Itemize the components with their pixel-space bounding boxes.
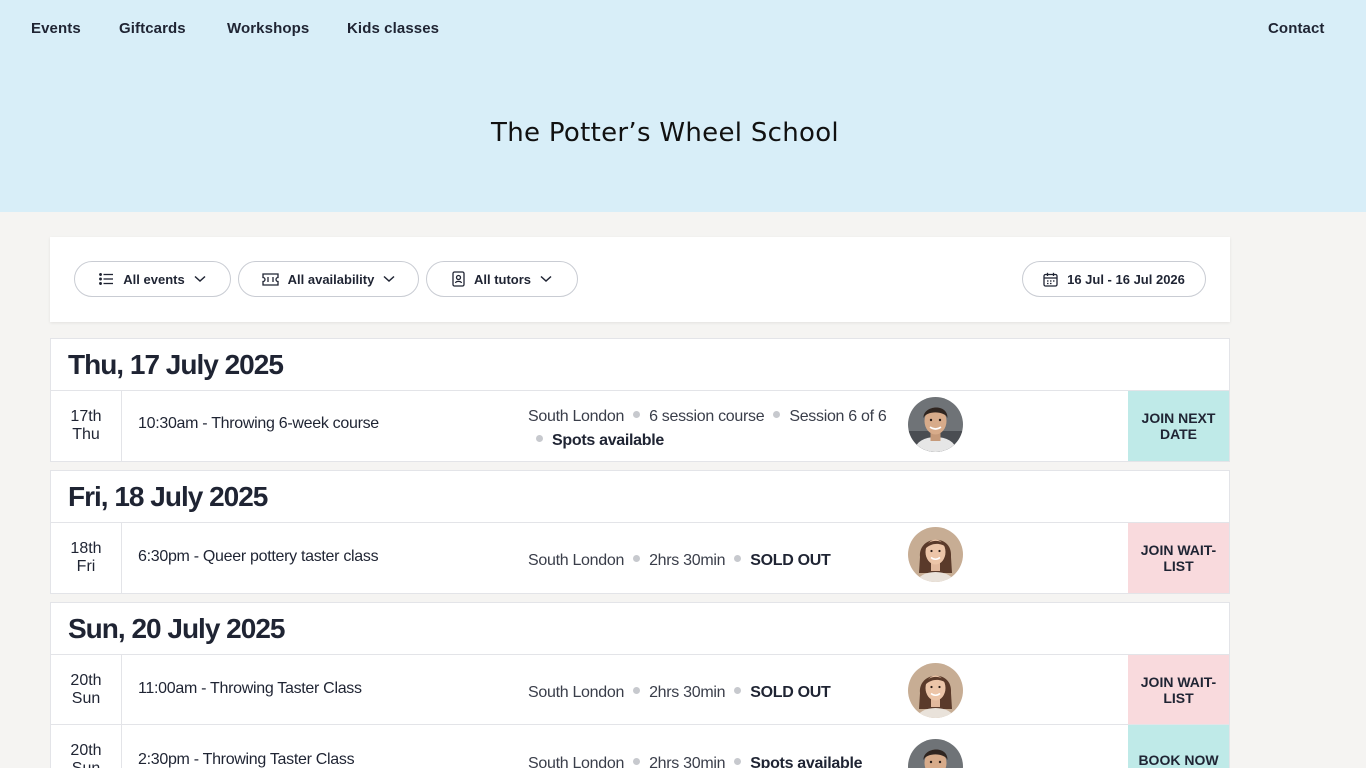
event-row: 18th Fri 6:30pm - Queer pottery taster c… — [51, 523, 1229, 593]
avatar — [908, 739, 963, 768]
nav-events[interactable]: Events — [31, 20, 81, 37]
tutors-filter-label: All tutors — [473, 271, 532, 287]
separator-dot — [734, 555, 742, 563]
event-meta: South London 2hrs 30min SOLD OUT — [528, 549, 908, 573]
nav-giftcards[interactable]: Giftcards — [119, 20, 186, 37]
join-next-date-button[interactable]: JOIN NEXT DATE — [1128, 391, 1229, 461]
event-title[interactable]: 6:30pm - Queer pottery taster class — [138, 548, 379, 566]
join-wait-list-button[interactable]: JOIN WAIT-LIST — [1128, 523, 1229, 593]
chevron-down-icon — [383, 275, 395, 283]
event-duration: 6 session course — [649, 408, 765, 425]
site-header: Events Giftcards Workshops Kids classes … — [0, 0, 1366, 212]
separator-dot — [734, 758, 742, 766]
separator-dot — [633, 555, 641, 563]
event-date-number: 20th — [70, 742, 102, 759]
event-row: 17th Thu 10:30am - Throwing 6-week cours… — [51, 391, 1229, 461]
event-title[interactable]: 10:30am - Throwing 6-week course — [138, 415, 379, 433]
day-group: Sun, 20 July 2025 20th Sun 11:00am - Thr… — [50, 602, 1230, 768]
date-range-label: 16 Jul - 16 Jul 2026 — [1067, 271, 1185, 287]
event-date: 18th Fri — [51, 523, 122, 593]
event-meta: South London 6 session course Session 6 of… — [528, 405, 908, 453]
female-tutor-icon — [908, 663, 963, 718]
join-wait-list-button[interactable]: JOIN WAIT-LIST — [1128, 655, 1229, 724]
event-date-weekday: Sun — [71, 689, 101, 707]
event-status: SOLD OUT — [750, 684, 831, 701]
event-duration: 2hrs 30min — [649, 684, 726, 701]
separator-dot — [734, 687, 742, 695]
event-date-number: 17th — [70, 408, 102, 425]
male-tutor-icon — [908, 397, 963, 452]
site-title: The Potter’s Wheel School — [491, 118, 839, 148]
event-location: South London — [528, 408, 625, 425]
availability-filter-dropdown[interactable]: All availability — [238, 261, 419, 297]
event-duration: 2hrs 30min — [649, 552, 726, 569]
event-date: 17th Thu — [51, 391, 122, 461]
nav-workshops[interactable]: Workshops — [227, 20, 309, 37]
event-date-weekday: Sun — [72, 760, 100, 768]
event-meta: South London 2hrs 30min SOLD OUT — [528, 681, 908, 705]
event-date: 20th Sun — [51, 655, 122, 724]
day-group: Fri, 18 July 2025 18th Fri 6:30pm - Quee… — [50, 470, 1230, 594]
event-status: Spots available — [750, 755, 863, 768]
availability-filter-label: All availability — [287, 271, 375, 287]
event-row: 20th Sun 2:30pm - Throwing Taster Class … — [51, 725, 1229, 768]
event-title[interactable]: 11:00am - Throwing Taster Class — [138, 680, 362, 698]
event-location: South London — [528, 552, 625, 569]
filter-bar: All events All availability All tutors 1… — [50, 237, 1230, 322]
avatar — [908, 397, 963, 452]
event-date-number: 18th — [70, 540, 102, 557]
avatar — [908, 663, 963, 718]
day-group: Thu, 17 July 2025 17th Thu 10:30am - Thr… — [50, 338, 1230, 462]
list-icon — [99, 273, 114, 285]
female-tutor-icon — [908, 527, 963, 582]
nav-contact[interactable]: Contact — [1268, 20, 1325, 37]
event-date-weekday: Fri — [76, 558, 96, 575]
event-status: Spots available — [552, 432, 664, 449]
event-duration: 2hrs 30min — [649, 755, 726, 768]
event-meta: South London 2hrs 30min Spots available — [528, 752, 908, 768]
event-date-weekday: Thu — [72, 426, 100, 443]
chevron-down-icon — [540, 275, 552, 283]
contact-book-icon — [452, 271, 465, 287]
event-date: 20th Sun — [51, 725, 122, 768]
day-heading: Thu, 17 July 2025 — [51, 339, 1229, 391]
separator-dot — [536, 435, 543, 443]
events-filter-label: All events — [123, 271, 185, 287]
nav-kids-classes[interactable]: Kids classes — [347, 20, 439, 37]
separator-dot — [633, 687, 641, 695]
event-session: Session 6 of 6 — [789, 408, 887, 425]
ticket-icon — [261, 272, 279, 286]
event-status: SOLD OUT — [750, 552, 831, 569]
avatar — [908, 527, 963, 582]
chevron-down-icon — [194, 275, 206, 283]
separator-dot — [773, 411, 781, 419]
date-range-picker[interactable]: 16 Jul - 16 Jul 2026 — [1022, 261, 1206, 297]
book-now-button[interactable]: BOOK NOW — [1128, 725, 1229, 768]
event-date-number: 20th — [70, 671, 102, 689]
day-heading: Sun, 20 July 2025 — [51, 603, 1229, 655]
event-title[interactable]: 2:30pm - Throwing Taster Class — [138, 751, 355, 768]
day-heading: Fri, 18 July 2025 — [51, 471, 1229, 523]
event-location: South London — [528, 755, 625, 768]
calendar-icon — [1043, 272, 1058, 287]
event-location: South London — [528, 684, 625, 701]
tutors-filter-dropdown[interactable]: All tutors — [426, 261, 578, 297]
events-filter-dropdown[interactable]: All events — [74, 261, 231, 297]
male-tutor-icon — [908, 739, 963, 768]
separator-dot — [633, 411, 641, 419]
event-row: 20th Sun 11:00am - Throwing Taster Class… — [51, 655, 1229, 725]
separator-dot — [633, 758, 641, 766]
